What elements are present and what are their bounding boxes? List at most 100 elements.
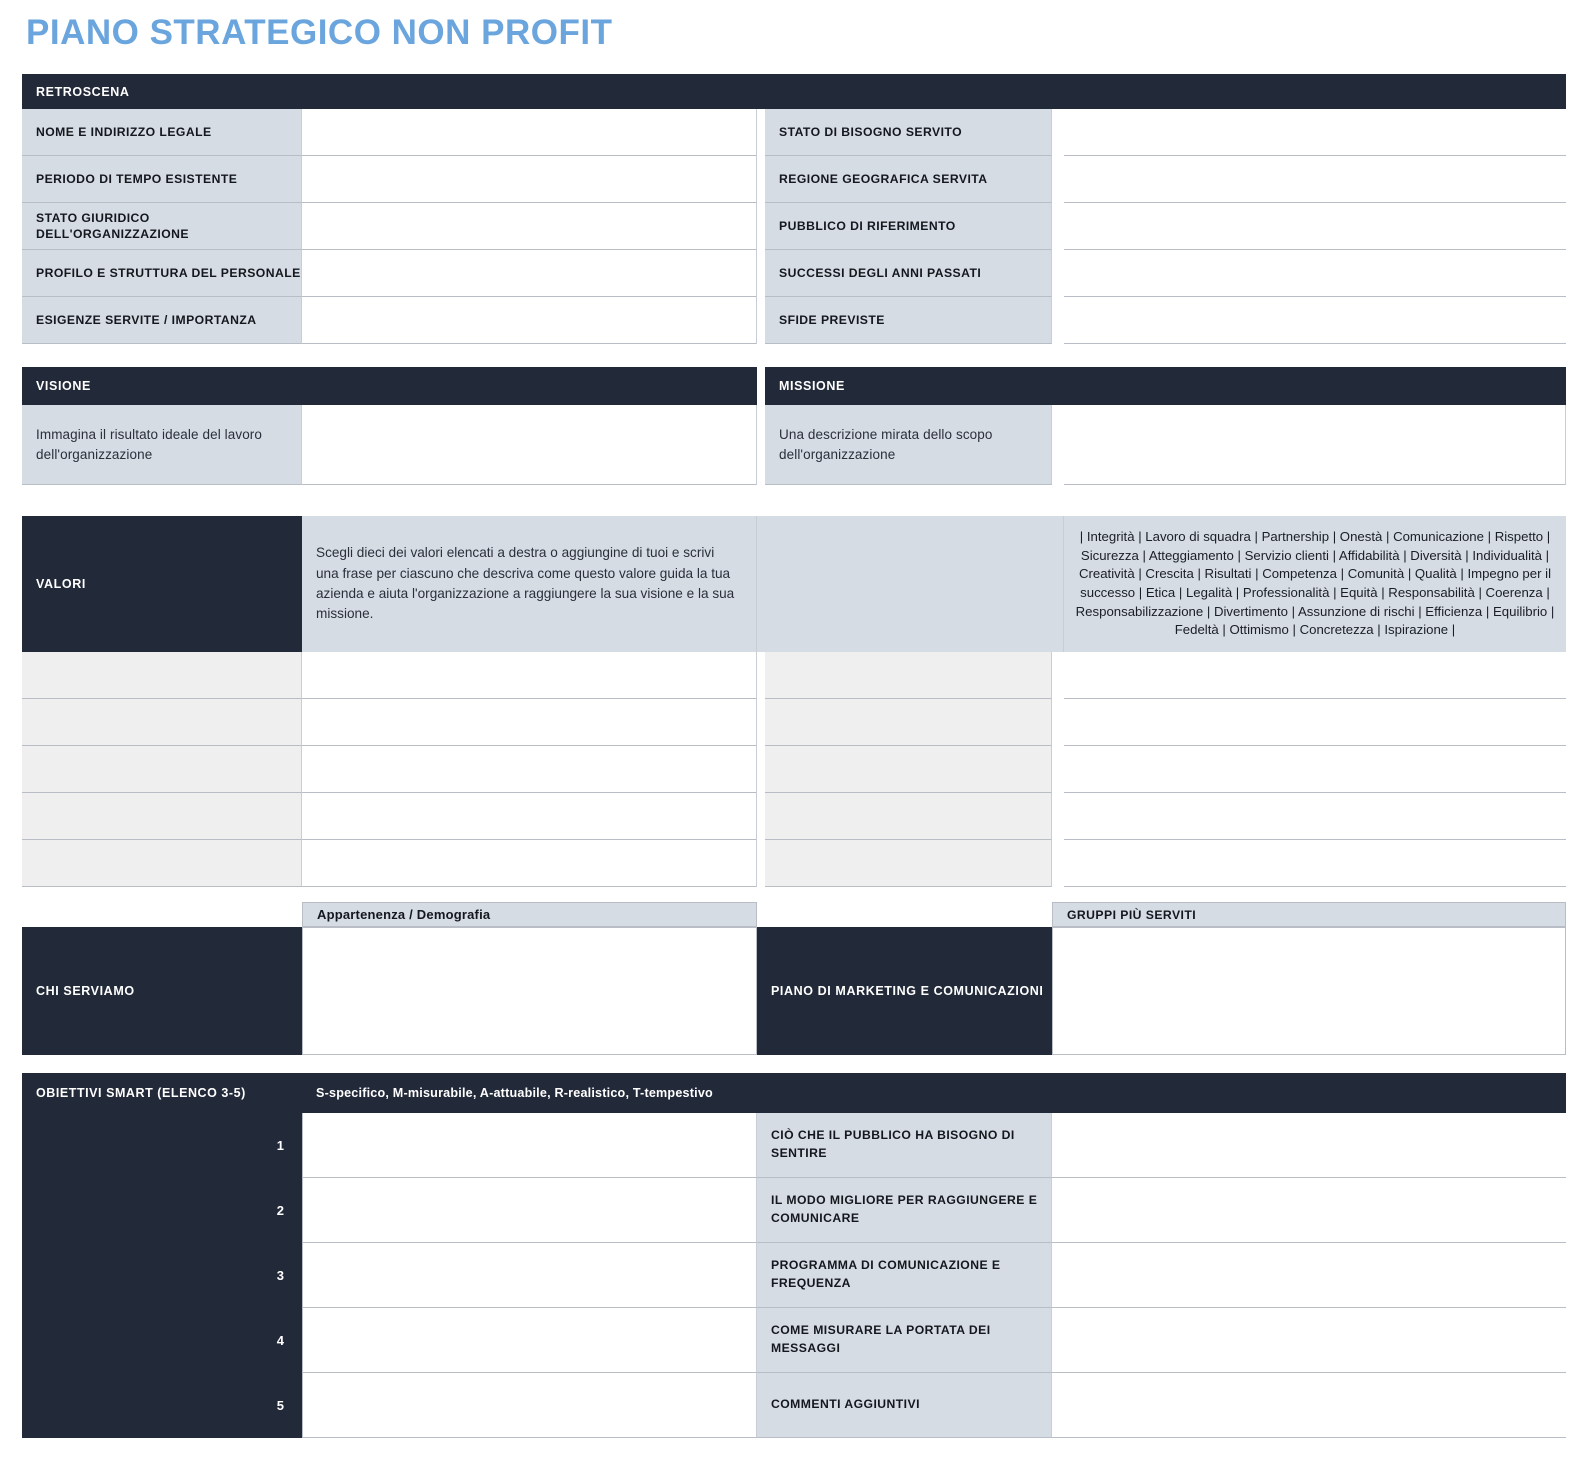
field-input-cio-che-pubblico-sentire[interactable] [1052, 1113, 1566, 1178]
column-gap [757, 405, 765, 485]
smart-goal-input-4[interactable] [302, 1308, 757, 1373]
valori-header-label: VALORI [22, 516, 302, 652]
missione-description: Una descrizione mirata dello scopo dell'… [765, 405, 1052, 485]
field-input-periodo-tempo-esistente[interactable] [302, 156, 757, 203]
column-gap [757, 203, 765, 250]
field-label-commenti-aggiuntivi: COMMENTI AGGIUNTIVI [757, 1373, 1052, 1438]
valori-row-name-input[interactable] [22, 699, 302, 746]
section-valori: VALORI Scegli dieci dei valori elencati … [22, 516, 1566, 887]
valori-row-desc-input[interactable] [302, 746, 757, 793]
valori-row-name-input-b[interactable] [765, 652, 1052, 699]
visione-header: VISIONE [22, 367, 757, 405]
smart-goal-number-5: 5 [22, 1373, 302, 1438]
valori-row-name-input[interactable] [22, 746, 302, 793]
valori-row-name-input-b[interactable] [765, 746, 1052, 793]
smart-goal-input-5[interactable] [302, 1373, 757, 1438]
field-input-modo-migliore-raggiungere[interactable] [1052, 1178, 1566, 1243]
field-label-modo-migliore-raggiungere: IL MODO MIGLIORE PER RAGGIUNGERE E COMUN… [757, 1178, 1052, 1243]
valori-row-name-input[interactable] [22, 652, 302, 699]
field-input-esigenze-servite[interactable] [302, 297, 757, 344]
spacer [22, 902, 302, 927]
field-input-successi-anni-passati[interactable] [1064, 250, 1566, 297]
valori-row-desc-input-b[interactable] [1064, 746, 1566, 793]
table-row: 4 COME MISURARE LA PORTATA DEI MESSAGGI [22, 1308, 1566, 1373]
field-label-nome-indirizzo-legale: NOME E INDIRIZZO LEGALE [22, 109, 302, 156]
column-gap [757, 297, 765, 344]
chi-serviamo-header-label: CHI SERVIAMO [22, 927, 302, 1055]
valori-row-desc-input-b[interactable] [1064, 793, 1566, 840]
column-gap [1052, 793, 1064, 840]
valori-values-list: | Integrità | Lavoro di squadra | Partne… [1064, 516, 1566, 652]
valori-row-name-input-b[interactable] [765, 793, 1052, 840]
field-input-sfide-previste[interactable] [1064, 297, 1566, 344]
section-visione-missione: VISIONE MISSIONE Immagina il risultato i… [22, 367, 1566, 485]
smart-goal-number-1: 1 [22, 1113, 302, 1178]
column-gap [1052, 746, 1064, 793]
column-gap [1052, 250, 1064, 297]
chi-serviamo-subheader-row: Appartenenza / Demografia GRUPPI PIÙ SER… [22, 902, 1566, 927]
column-gap [1052, 405, 1064, 485]
valori-row-desc-input[interactable] [302, 652, 757, 699]
valori-row-desc-input-b[interactable] [1064, 699, 1566, 746]
field-label-stato-giuridico: STATO GIURIDICO DELL'ORGANIZZAZIONE [22, 203, 302, 250]
valori-row-desc-input[interactable] [302, 793, 757, 840]
valori-row-desc-input[interactable] [302, 699, 757, 746]
table-row: ESIGENZE SERVITE / IMPORTANZA SFIDE PREV… [22, 297, 1566, 344]
column-gap [757, 250, 765, 297]
valori-spacer [757, 516, 1064, 652]
valori-row-desc-input[interactable] [302, 840, 757, 887]
missione-header-label: MISSIONE [779, 379, 845, 393]
valori-row-name-input[interactable] [22, 793, 302, 840]
field-input-programma-comunicazione-frequenza[interactable] [1052, 1243, 1566, 1308]
valori-row-name-input-b[interactable] [765, 840, 1052, 887]
visione-description: Immagina il risultato ideale del lavoro … [22, 405, 302, 485]
obiettivi-smart-header: OBIETTIVI SMART (ELENCO 3-5) S-specifico… [22, 1073, 1566, 1113]
field-input-come-misurare-portata-messaggi[interactable] [1052, 1308, 1566, 1373]
field-input-pubblico-riferimento[interactable] [1064, 203, 1566, 250]
valori-header-row: VALORI Scegli dieci dei valori elencati … [22, 516, 1566, 652]
table-row: PERIODO DI TEMPO ESISTENTE REGIONE GEOGR… [22, 156, 1566, 203]
column-gap [1052, 840, 1064, 887]
table-row: 1 CIÒ CHE IL PUBBLICO HA BISOGNO DI SENT… [22, 1113, 1566, 1178]
column-gap [1052, 156, 1064, 203]
field-label-esigenze-servite: ESIGENZE SERVITE / IMPORTANZA [22, 297, 302, 344]
field-label-regione-geografica-servita: REGIONE GEOGRAFICA SERVITA [765, 156, 1052, 203]
smart-goal-input-1[interactable] [302, 1113, 757, 1178]
column-gap [757, 793, 765, 840]
missione-input[interactable] [1064, 405, 1566, 485]
column-gap [757, 746, 765, 793]
subheader-appartenenza-demografia: Appartenenza / Demografia [302, 902, 757, 927]
chi-serviamo-input[interactable] [302, 927, 757, 1055]
smart-goal-number-3: 3 [22, 1243, 302, 1308]
valori-row-name-input[interactable] [22, 840, 302, 887]
field-input-commenti-aggiuntivi[interactable] [1052, 1373, 1566, 1438]
valori-row-desc-input-b[interactable] [1064, 652, 1566, 699]
table-row [22, 652, 1566, 699]
field-input-stato-bisogno-servito[interactable] [1064, 109, 1566, 156]
visione-missione-header-row: VISIONE MISSIONE [22, 367, 1566, 405]
table-row [22, 699, 1566, 746]
smart-goal-input-2[interactable] [302, 1178, 757, 1243]
column-gap [757, 652, 765, 699]
visione-input[interactable] [302, 405, 757, 485]
column-gap [757, 840, 765, 887]
field-input-stato-giuridico[interactable] [302, 203, 757, 250]
valori-row-name-input-b[interactable] [765, 699, 1052, 746]
field-input-nome-indirizzo-legale[interactable] [302, 109, 757, 156]
visione-header-label: VISIONE [36, 379, 91, 393]
obiettivi-smart-header-label: OBIETTIVI SMART (ELENCO 3-5) [36, 1086, 246, 1100]
table-row [22, 840, 1566, 887]
field-label-sfide-previste: SFIDE PREVISTE [765, 297, 1052, 344]
piano-marketing-header-label: PIANO DI MARKETING E COMUNICAZIONI [757, 927, 1052, 1055]
column-gap [757, 367, 765, 405]
field-input-profilo-struttura-personale[interactable] [302, 250, 757, 297]
field-label-come-misurare-portata-messaggi: COME MISURARE LA PORTATA DEI MESSAGGI [757, 1308, 1052, 1373]
smart-goal-number-4: 4 [22, 1308, 302, 1373]
valori-row-desc-input-b[interactable] [1064, 840, 1566, 887]
field-label-pubblico-riferimento: PUBBLICO DI RIFERIMENTO [765, 203, 1052, 250]
smart-goal-input-3[interactable] [302, 1243, 757, 1308]
field-input-regione-geografica-servita[interactable] [1064, 156, 1566, 203]
table-row: STATO GIURIDICO DELL'ORGANIZZAZIONE PUBB… [22, 203, 1566, 250]
column-gap [1052, 699, 1064, 746]
gruppi-piu-serviti-input[interactable] [1052, 927, 1566, 1055]
